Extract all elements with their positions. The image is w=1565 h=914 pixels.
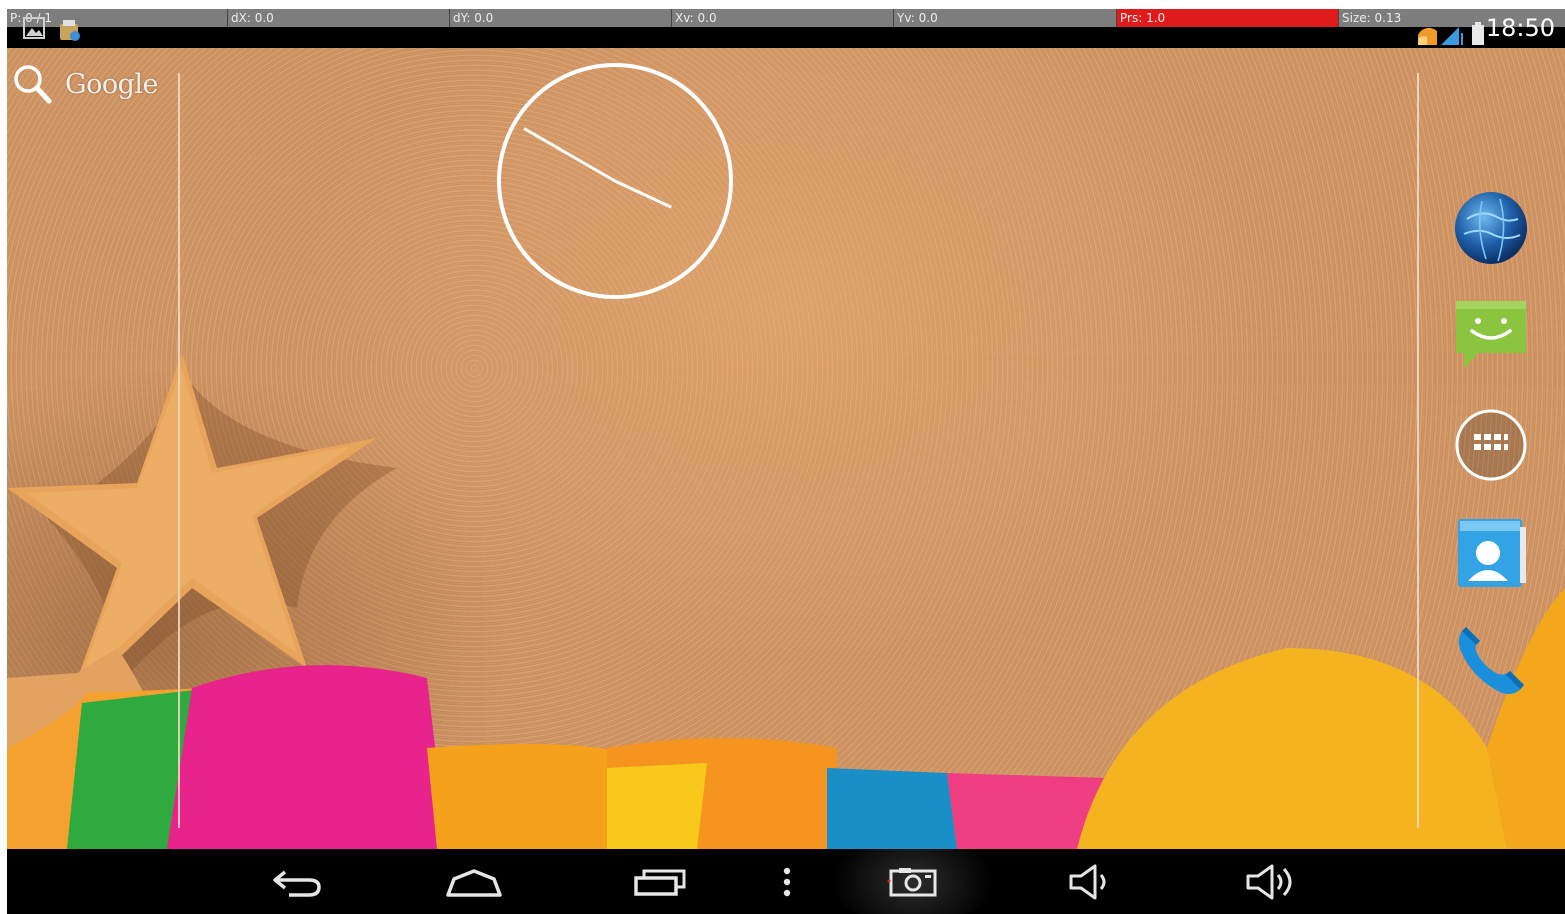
clock-hour-hand — [614, 179, 672, 209]
velocity-x-readout: Xv: 0.0 — [671, 9, 893, 27]
back-icon — [273, 870, 321, 897]
storage-notification-icon — [60, 20, 80, 41]
status-bar[interactable] — [7, 27, 1565, 48]
messaging-icon[interactable] — [1454, 297, 1530, 373]
clock-minute-hand — [523, 127, 616, 183]
volume-up-button[interactable] — [1227, 849, 1317, 914]
delta-x-readout: dX: 0.0 — [227, 9, 449, 27]
app-drawer-icon[interactable] — [1453, 407, 1529, 483]
phone-icon[interactable] — [1452, 621, 1530, 699]
status-clock: 18:50 — [1485, 14, 1555, 42]
home-icon — [446, 868, 502, 897]
search-icon — [14, 65, 52, 104]
back-button[interactable] — [252, 849, 342, 914]
camera-icon — [887, 867, 937, 896]
screenshot-button[interactable] — [833, 849, 993, 914]
pressure-readout: Prs: 1.0 — [1116, 9, 1338, 27]
status-left-icons — [23, 17, 80, 41]
android-screen: P: 0 / 1 dX: 0.0 dY: 0.0 Xv: 0.0 Yv: 0.0… — [7, 9, 1565, 914]
recent-apps-icon — [634, 869, 686, 896]
google-search-widget[interactable]: Google — [11, 61, 171, 107]
battery-icon — [1472, 22, 1484, 45]
gallery-notification-icon — [23, 17, 45, 39]
recent-apps-button[interactable] — [615, 849, 705, 914]
volume-up-icon — [1246, 864, 1292, 899]
browser-icon[interactable] — [1452, 189, 1530, 267]
menu-button[interactable] — [767, 849, 807, 914]
signal-icon — [1441, 27, 1463, 45]
pointer-location-bar: P: 0 / 1 dX: 0.0 dY: 0.0 Xv: 0.0 Yv: 0.0… — [7, 9, 1565, 27]
volume-down-icon — [1069, 864, 1106, 899]
analog-clock-widget[interactable] — [495, 61, 735, 301]
volume-down-button[interactable] — [1047, 849, 1137, 914]
wallpaper-art — [7, 73, 1565, 849]
wifi-icon — [1418, 27, 1437, 45]
navigation-bar — [7, 849, 1565, 914]
velocity-y-readout: Yv: 0.0 — [893, 9, 1116, 27]
google-search-label: Google — [65, 68, 158, 100]
contacts-icon[interactable] — [1454, 515, 1530, 591]
status-right-icons — [1418, 22, 1484, 45]
home-button[interactable] — [429, 849, 519, 914]
delta-y-readout: dY: 0.0 — [449, 9, 671, 27]
overflow-menu-icon — [783, 867, 791, 896]
wallpaper — [7, 48, 1565, 849]
